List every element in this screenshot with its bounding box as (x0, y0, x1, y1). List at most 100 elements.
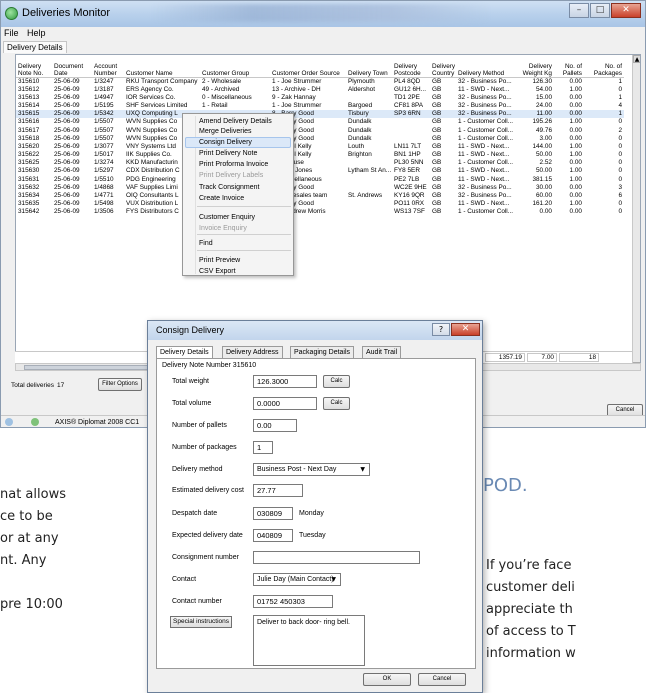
table-cell: GB (432, 167, 442, 175)
table-cell: 25-06-09 (54, 118, 80, 126)
total-weight-field[interactable]: 126.3000 (253, 375, 317, 388)
table-row[interactable]: 31561625-06-091/5507WVN Supplies Co8 - B… (16, 118, 624, 126)
column-header[interactable]: Delivery Postcode (392, 55, 430, 78)
table-row[interactable]: 315613 25-06-09 1/4947 IOR Services Co. 0 - … (16, 94, 624, 102)
dialog-title: Consign Delivery (156, 325, 225, 335)
special-instructions-button[interactable]: Special instructions (170, 616, 232, 628)
table-cell: GU12 6H... (394, 85, 426, 93)
menu-item[interactable]: CSV Export (199, 266, 236, 277)
total-volume-field[interactable]: 0.0000 (253, 397, 317, 410)
packages-field[interactable]: 1 (253, 441, 273, 454)
column-header[interactable]: Delivery Note No. (16, 55, 52, 78)
menu-item[interactable]: Find (199, 238, 213, 249)
menu-item[interactable]: Customer Enquiry (199, 212, 255, 223)
table-cell: 315631 (18, 175, 40, 183)
table-cell: 0.00 (569, 208, 582, 216)
menu-item[interactable]: Print Proforma Invoice (199, 159, 268, 170)
table-cell: 0.00 (569, 93, 582, 101)
tab-delivery-address[interactable]: Delivery Address (222, 346, 283, 358)
table-cell: 0.00 (569, 126, 582, 134)
table-row[interactable]: 315610 25-06-09 1/3247 RKU Transport Compan… (16, 77, 624, 86)
table-row[interactable]: 31561725-06-091/5507WVN Supplies Co8 - B… (16, 126, 624, 134)
minimize-icon[interactable]: – (569, 3, 589, 18)
table-row[interactable]: 31562025-06-091/3077VNY Systems Ltd3 - N… (16, 143, 624, 151)
table-cell (392, 135, 430, 143)
menu-file[interactable]: File (1, 27, 22, 39)
maximize-icon[interactable]: □ (590, 3, 610, 18)
table-row[interactable]: 315631 25-06-09 1/5510 PDG Engineering 0 - M… (16, 176, 624, 184)
column-header[interactable]: No. of Pallets (554, 55, 584, 78)
table-row[interactable]: 315612 25-06-09 1/3187 ERS Agency Co. 49 - A… (16, 86, 624, 94)
pallets-field[interactable]: 0.00 (253, 419, 297, 432)
column-header[interactable]: Customer Group (200, 55, 270, 78)
menu-item[interactable]: Track Consignment (199, 182, 259, 193)
menu-item[interactable]: Create Invoice (199, 193, 244, 204)
grid-vertical-scrollbar[interactable]: ▲ ▼ (632, 55, 640, 370)
table-row[interactable]: 31563225-06-091/4868VAF Supplies Limi8 -… (16, 184, 624, 192)
column-header[interactable]: Delivery Weight Kg (516, 55, 554, 78)
table-cell: 50.00 (536, 151, 552, 159)
tab-delivery-details[interactable]: Delivery Details (3, 41, 67, 53)
table-cell: 195.26 (532, 118, 552, 126)
table-cell: 25-06-09 (52, 110, 92, 119)
scroll-up-icon[interactable]: ▲ (633, 55, 640, 63)
column-header[interactable]: Account Number (92, 55, 124, 78)
table-row[interactable]: 31563525-06-091/5498VUX Distribution L8 … (16, 200, 624, 208)
contact-number-field[interactable]: 01752 450303 (253, 595, 333, 608)
column-header[interactable]: Document Date (52, 55, 92, 78)
menu-help[interactable]: Help (24, 27, 49, 39)
table-cell: 4 (618, 101, 622, 109)
delivery-method-select[interactable]: Business Post - Next Day ▼ (253, 463, 370, 476)
despatch-date-field[interactable]: 030809 (253, 507, 293, 520)
table-cell: 2 (618, 126, 622, 134)
consignment-field[interactable] (253, 551, 420, 564)
column-header[interactable]: Customer Order Source (270, 55, 346, 78)
column-header[interactable]: Delivery Method (456, 55, 516, 78)
ok-button[interactable]: OK (363, 673, 411, 686)
table-row[interactable]: 315642 25-06-09 1/3506 FYS Distributors C 20… (16, 208, 624, 216)
menu-item[interactable]: Print Delivery Note (199, 148, 257, 159)
calc-weight-button[interactable]: Calc (323, 375, 350, 388)
close-icon[interactable]: ✕ (611, 3, 641, 18)
table-cell: ERS Agency Co. (126, 85, 174, 93)
est-cost-field[interactable]: 27.77 (253, 484, 303, 497)
table-row[interactable]: 31563025-06-091/5297CDX Distribution C2 … (16, 167, 624, 175)
tab-audit-trail[interactable]: Audit Trail (362, 346, 402, 358)
app-icon (5, 7, 18, 20)
delivery-method-value: Business Post - Next Day (257, 466, 337, 473)
packages-label: Number of packages (172, 444, 237, 451)
column-header[interactable]: Delivery Town (346, 55, 392, 78)
table-cell: PL30 5NN (394, 159, 424, 167)
column-header[interactable]: Customer Name (124, 55, 200, 78)
menu-item[interactable]: Print Preview (199, 255, 240, 266)
calc-volume-button[interactable]: Calc (323, 397, 350, 410)
table-row[interactable]: 315614 25-06-09 1/5195 SHF Services Limited… (16, 102, 624, 110)
table-cell: 315610 (18, 77, 40, 85)
table-cell: 1/5498 (94, 200, 114, 208)
dialog-close-icon[interactable]: ✕ (451, 323, 480, 336)
filter-options-button[interactable]: Filter Options (98, 378, 142, 391)
table-cell: 0 (618, 134, 622, 142)
contact-select[interactable]: Julie Day (Main Contact) ▼ (253, 573, 341, 586)
table-cell: 315642 (18, 208, 40, 216)
column-header[interactable]: Delivery Country (430, 55, 456, 78)
column-header[interactable]: No. of Packages (584, 55, 624, 78)
table-row[interactable]: 31561825-06-091/5507WVN Supplies Co8 - B… (16, 135, 624, 143)
menu-item[interactable]: Merge Deliveries (199, 126, 252, 137)
table-row[interactable]: 31562225-06-091/5017IIK Supplies Co.3 - … (16, 151, 624, 159)
menu-item[interactable]: Consign Delivery (199, 137, 252, 148)
help-icon[interactable]: ? (432, 323, 450, 336)
expected-date-field[interactable]: 040809 (253, 529, 293, 542)
table-row[interactable]: 315634 25-06-09 1/4771 OIQ Consultants L 10 … (16, 192, 624, 200)
table-row[interactable]: 31562525-06-091/3274KKD Manufacturin6 - … (16, 159, 624, 167)
tab-packaging-details[interactable]: Packaging Details (290, 346, 355, 358)
dialog-cancel-button[interactable]: Cancel (418, 673, 466, 686)
left-line: nat allows (0, 487, 66, 502)
table-row[interactable]: 31561525-06-091/5342UXQ Computing L8 - B… (16, 110, 624, 119)
table-cell: 11 - SWD - Next... (458, 167, 510, 175)
table-cell: 1/5342 (92, 110, 124, 119)
special-instructions-field[interactable]: Deliver to back door- ring bell. (253, 615, 365, 666)
scroll-thumb[interactable] (24, 365, 164, 370)
contact-value: Julie Day (Main Contact) (257, 576, 334, 583)
table-cell: 0 (618, 151, 622, 159)
